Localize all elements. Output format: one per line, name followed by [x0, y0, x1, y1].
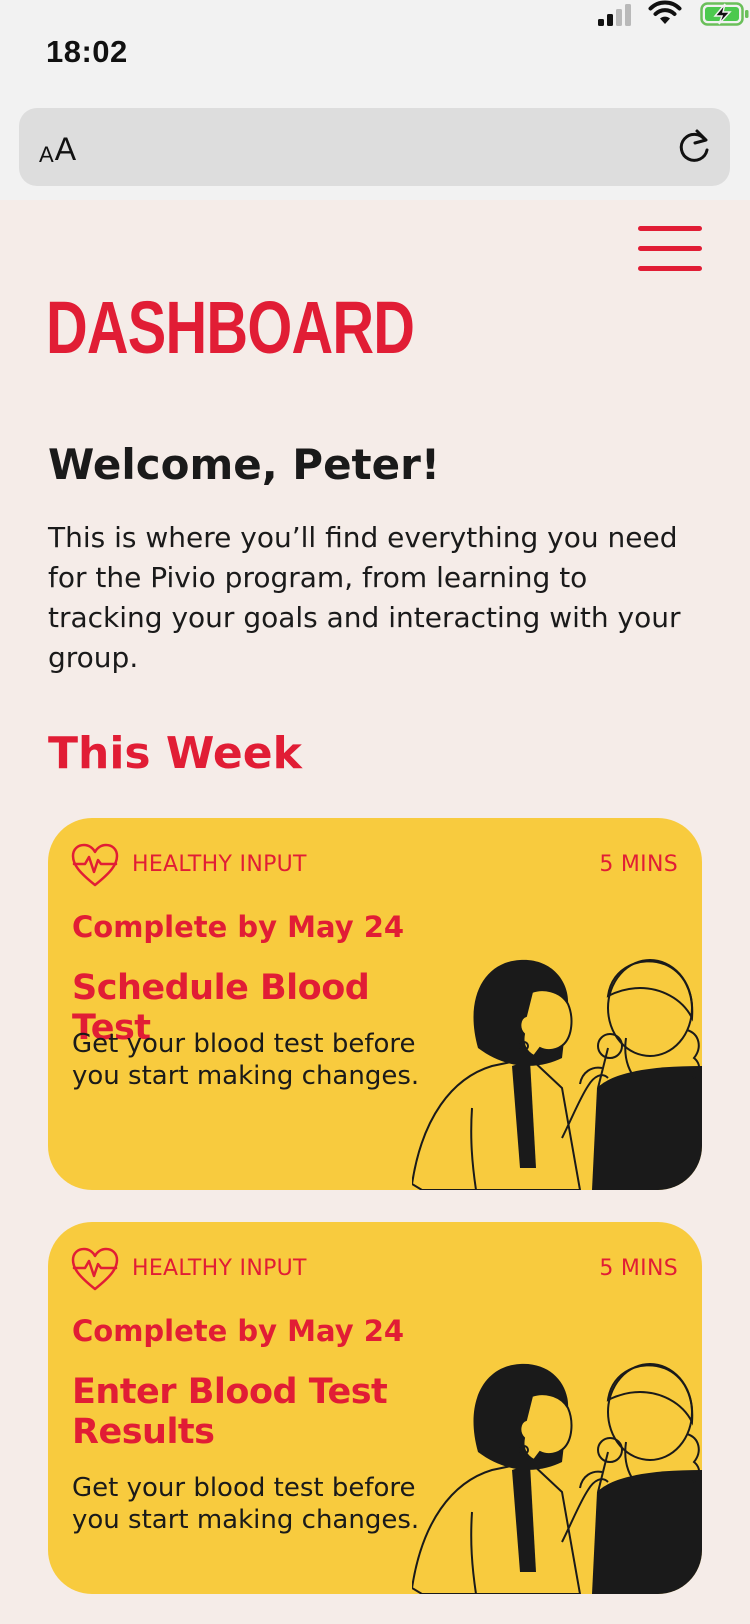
- status-bar: 18:02: [0, 0, 750, 100]
- card-description: Get your blood test before you start mak…: [72, 1473, 420, 1535]
- welcome-heading: Welcome, Peter!: [48, 440, 440, 489]
- card-duration: 5 MINS: [599, 852, 678, 877]
- heart-pulse-icon: [71, 1247, 119, 1291]
- welcome-text: This is where you’ll find everything you…: [48, 521, 681, 674]
- text-size-small-glyph: A: [39, 142, 54, 167]
- reload-icon[interactable]: [676, 128, 712, 166]
- doctor-patient-illustration: [412, 1363, 702, 1594]
- address-bar[interactable]: A A: [19, 108, 730, 186]
- text-size-button[interactable]: A A: [39, 128, 76, 168]
- cellular-signal-icon: [598, 4, 631, 26]
- page-title: DASHBOARD: [46, 286, 415, 369]
- card-duration: 5 MINS: [599, 1256, 678, 1281]
- task-card-enter-blood-test-results[interactable]: HEALTHY INPUT 5 MINS Complete by May 24 …: [48, 1222, 702, 1594]
- hamburger-menu-icon[interactable]: [638, 226, 702, 272]
- menu-bar: [638, 226, 702, 231]
- menu-bar: [638, 246, 702, 251]
- card-category: HEALTHY INPUT: [132, 1256, 307, 1281]
- card-due-date: Complete by May 24: [72, 1314, 405, 1348]
- card-description: Get your blood test before you start mak…: [72, 1029, 420, 1091]
- text-size-large-glyph: A: [54, 131, 77, 167]
- card-title: Enter Blood Test Results: [72, 1372, 388, 1452]
- task-card-schedule-blood-test[interactable]: HEALTHY INPUT 5 MINS Complete by May 24 …: [48, 818, 702, 1190]
- card-due-date: Complete by May 24: [72, 910, 405, 944]
- heart-pulse-icon: [71, 843, 119, 887]
- this-week-heading: This Week: [48, 728, 302, 779]
- wifi-icon: [648, 0, 682, 24]
- battery-charging-icon: [700, 2, 749, 26]
- dashboard-page: DASHBOARD Welcome, Peter! This is where …: [0, 200, 750, 1624]
- status-time: 18:02: [46, 34, 128, 69]
- card-category: HEALTHY INPUT: [132, 852, 307, 877]
- doctor-patient-illustration: [412, 959, 702, 1190]
- browser-toolbar: A A: [0, 100, 750, 200]
- menu-bar: [638, 266, 702, 271]
